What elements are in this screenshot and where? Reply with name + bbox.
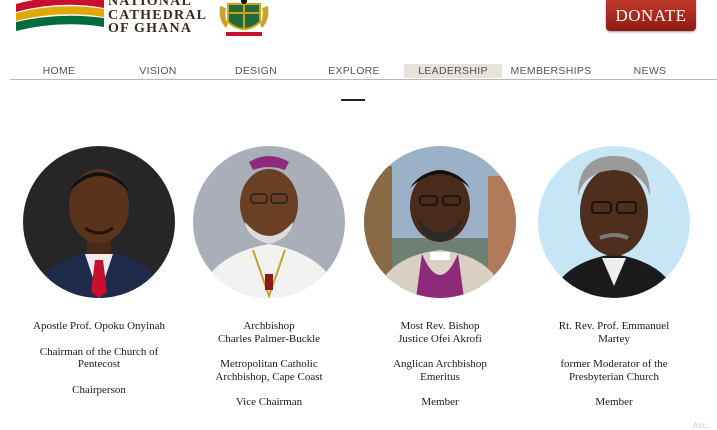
person-role: Member	[421, 396, 459, 408]
logo-text: NATIONAL CATHEDRAL OF GHANA	[108, 0, 207, 36]
main-navigation: HOME VISION DESIGN EXPLORE LEADERSHIP ME…	[10, 64, 717, 80]
person-card-3: Most Rev. Bishop Justice Ofei Akrofi Ang…	[355, 320, 525, 422]
portrait-opoku-onyinah	[23, 146, 175, 298]
nav-vision[interactable]: VISION	[109, 64, 207, 78]
nav-explore[interactable]: EXPLORE	[305, 64, 403, 78]
watermark-text: Acc...	[692, 421, 713, 430]
portrait-palmer-buckle	[193, 146, 345, 298]
person-role: Member	[595, 396, 633, 408]
person-card-2: Archbishop Charles Palmer-Buckle Metropo…	[184, 320, 354, 422]
portrait-emmanuel-martey	[538, 146, 690, 298]
person-title: Metropolitan Catholic Archbishop, Cape C…	[215, 358, 323, 383]
person-card-4: Rt. Rev. Prof. Emmanuel Martey former Mo…	[529, 320, 699, 422]
person-name: Apostle Prof. Opoku Onyinah	[33, 320, 165, 332]
person-card-1: Apostle Prof. Opoku Onyinah Chairman of …	[14, 320, 184, 409]
nav-memberships[interactable]: MEMBERSHIPS	[502, 64, 600, 78]
person-name: Rt. Rev. Prof. Emmanuel Martey	[558, 320, 670, 345]
nav-news[interactable]: NEWS	[601, 64, 699, 78]
person-name: Archbishop Charles Palmer-Buckle	[217, 320, 321, 345]
nav-home[interactable]: HOME	[10, 64, 108, 78]
person-role: Vice Chairman	[235, 396, 303, 408]
person-title: former Moderator of the Presbyterian Chu…	[560, 358, 668, 383]
person-name: Most Rev. Bishop Justice Ofei Akrofi	[398, 320, 482, 345]
section-divider	[341, 99, 365, 101]
flag-stripes-icon	[16, 0, 104, 31]
person-title: Chairman of the Church of Pentecost	[39, 345, 159, 371]
site-logo[interactable]: NATIONAL CATHEDRAL OF GHANA	[0, 0, 300, 44]
logo-line-2: CATHEDRAL	[108, 7, 208, 23]
donate-button[interactable]: DONATE	[606, 0, 696, 31]
nav-leadership[interactable]: LEADERSHIP	[404, 64, 502, 78]
ghana-coat-of-arms-icon	[219, 0, 269, 36]
person-title: Anglican Archbishop Emeritus	[393, 358, 487, 383]
portrait-ofei-akrofi	[364, 146, 516, 298]
logo-line-3: OF GHANA	[108, 21, 193, 36]
person-role: Chairperson	[72, 383, 126, 396]
nav-design[interactable]: DESIGN	[207, 64, 305, 78]
